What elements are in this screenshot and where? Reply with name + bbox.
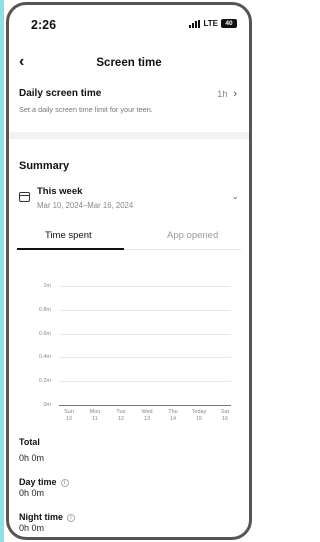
daily-screen-time-title: Daily screen time <box>19 88 102 99</box>
status-bar: 2:26 LTE 40 <box>9 5 249 39</box>
tab-active-indicator <box>17 248 124 250</box>
y-tick-label: 0.2m <box>38 378 51 385</box>
grid-line <box>59 309 231 311</box>
grid-line <box>59 333 231 335</box>
time-spent-chart: 1m 0.8m 0.6m 0.4m 0.2m 0m Sun 10 Mon 11 Tue 12 Wed 13… <box>27 277 237 427</box>
daily-screen-time-value: 1h › <box>217 88 237 100</box>
y-tick-label: 0.8m <box>38 306 51 313</box>
chevron-down-icon: ⌄ <box>231 191 239 201</box>
left-accent-strip <box>0 0 4 542</box>
y-tick-label: 0.4m <box>38 354 51 361</box>
info-icon[interactable]: i <box>67 514 75 522</box>
page-title: Screen time <box>96 57 162 69</box>
grid-line <box>59 381 231 383</box>
y-tick-label: 0m <box>43 402 51 408</box>
x-axis-line <box>59 405 231 406</box>
section-divider <box>9 132 249 139</box>
chevron-right-icon: › <box>233 88 237 100</box>
y-tick-label: 1m <box>43 283 51 289</box>
x-tick-label: Sun 10 <box>64 409 74 422</box>
x-tick-label: Tue 12 <box>116 409 126 422</box>
phone-screen: 2:26 LTE 40 ‹ Screen time Daily screen t… <box>6 2 252 540</box>
day-time-value: 0h 0m <box>19 488 45 498</box>
x-tick-label: Sat 16 <box>220 409 230 422</box>
x-tick-label: Mon 11 <box>89 409 101 422</box>
total-label: Total <box>19 437 40 447</box>
info-icon[interactable]: i <box>60 479 69 487</box>
day-time-label-text: Day time <box>19 477 57 487</box>
y-tick-label: 0.6m <box>38 330 51 337</box>
total-value: 0h 0m <box>19 453 45 463</box>
status-indicators: LTE 40 <box>189 19 237 28</box>
night-time-label: Night time i <box>19 512 75 522</box>
battery-icon: 40 <box>221 19 237 28</box>
grid-line <box>59 357 231 359</box>
daily-screen-time-amount: 1h <box>217 89 228 100</box>
x-tick-label: Wed 13 <box>141 409 153 422</box>
tab-app-opened[interactable]: App opened <box>167 230 218 241</box>
tab-time-spent[interactable]: Time spent <box>45 230 92 241</box>
week-title: This week <box>37 186 83 197</box>
calendar-icon <box>19 192 30 202</box>
status-time: 2:26 <box>31 18 57 32</box>
week-range: Mar 10, 2024–Mar 16, 2024 <box>37 201 134 210</box>
tab-bar: Time spent App opened <box>17 227 241 250</box>
day-time-label: Day time i <box>19 477 69 487</box>
network-type: LTE <box>203 19 218 28</box>
x-tick-label: Thu 14 <box>168 409 178 422</box>
grid-line <box>59 286 231 287</box>
signal-icon <box>189 19 201 28</box>
page-header: ‹ Screen time <box>9 53 249 77</box>
daily-screen-time-description: Set a daily screen time limit for your t… <box>19 105 153 114</box>
night-time-label-text: Night time <box>19 512 63 522</box>
night-time-value: 0h 0m <box>19 523 45 533</box>
summary-heading: Summary <box>19 160 70 172</box>
x-tick-label: Today 15 <box>191 409 207 422</box>
